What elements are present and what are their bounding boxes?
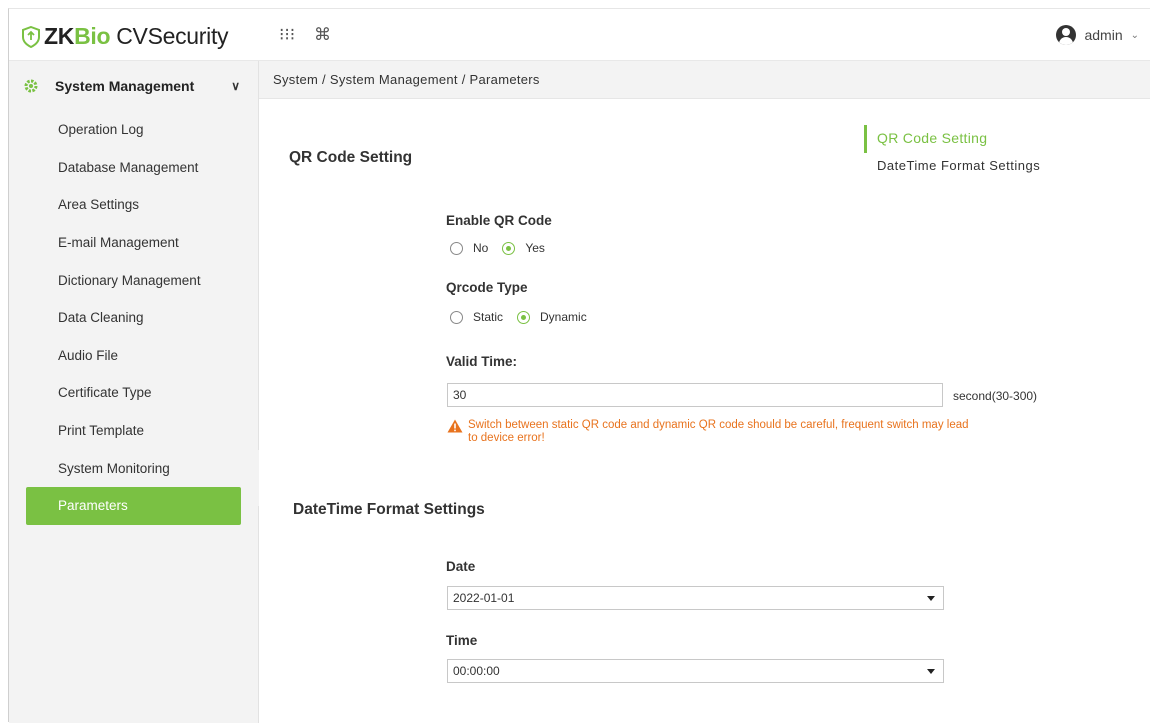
sidebar-item-parameters[interactable]: Parameters bbox=[26, 486, 241, 525]
user-avatar-icon bbox=[1056, 25, 1077, 45]
enable-qr-label: Enable QR Code bbox=[446, 213, 552, 228]
date-format-select[interactable]: 2022-01-01 bbox=[447, 586, 944, 610]
qr-section-title: QR Code Setting bbox=[289, 149, 413, 166]
warning-text-line1: Switch between static QR code and dynami… bbox=[468, 419, 969, 431]
enable-qr-radio-group: No Yes bbox=[446, 241, 555, 255]
date-format-label: Date bbox=[446, 559, 476, 574]
chevron-down-icon: ⌄ bbox=[1130, 29, 1139, 41]
warning-icon bbox=[447, 419, 463, 433]
dropdown-arrow-icon bbox=[927, 596, 935, 601]
valid-time-input[interactable] bbox=[447, 383, 943, 407]
anchor-active-indicator bbox=[864, 125, 867, 153]
sidebar-item-print-template[interactable]: Print Template bbox=[9, 412, 258, 450]
datetime-section-title: DateTime Format Settings bbox=[293, 501, 485, 518]
sidebar-item-email-management[interactable]: E-mail Management bbox=[9, 224, 258, 262]
qrcode-type-static-label: Static bbox=[473, 310, 504, 324]
logo-product-text: CVSecurity bbox=[116, 23, 229, 49]
top-header: ZK Bio CVSecurity ⁝⁝⁝ ⌘ admin ⌄ bbox=[9, 9, 1150, 61]
sidebar-item-database-management[interactable]: Database Management bbox=[9, 149, 258, 187]
module-selector[interactable]: System Management ∨ bbox=[9, 61, 258, 111]
qrcode-type-dynamic-radio[interactable] bbox=[517, 310, 531, 324]
qrcode-type-label: Qrcode Type bbox=[446, 280, 528, 295]
qrcode-type-dynamic-label: Dynamic bbox=[540, 310, 587, 324]
anchor-link-datetime-format[interactable]: DateTime Format Settings bbox=[877, 158, 1040, 173]
module-title: System Management bbox=[55, 78, 195, 94]
date-format-value: 2022-01-01 bbox=[453, 591, 515, 605]
logo-zk-text: ZK bbox=[44, 23, 75, 49]
breadcrumb: System / System Management / Parameters bbox=[259, 61, 1150, 99]
qrcode-type-static-radio[interactable] bbox=[450, 310, 463, 324]
user-menu[interactable]: admin ⌄ bbox=[1056, 25, 1139, 45]
main-content: QR Code Setting DateTime Format Settings… bbox=[259, 99, 1150, 723]
user-name: admin bbox=[1084, 27, 1123, 43]
time-format-label: Time bbox=[446, 633, 478, 648]
sidebar-item-area-settings[interactable]: Area Settings bbox=[9, 186, 258, 224]
switch-warning: Switch between static QR code and dynami… bbox=[447, 419, 1047, 445]
enable-qr-yes-label: Yes bbox=[525, 241, 545, 255]
grid-icon[interactable]: ⁝⁝⁝ bbox=[279, 25, 295, 45]
app-window: ZK Bio CVSecurity ⁝⁝⁝ ⌘ admin ⌄ System Man… bbox=[8, 8, 1150, 723]
enable-qr-no-label: No bbox=[473, 241, 489, 255]
sidebar-item-data-cleaning[interactable]: Data Cleaning bbox=[9, 299, 258, 337]
time-format-select[interactable]: 00:00:00 bbox=[447, 659, 944, 683]
sidebar-item-audio-file[interactable]: Audio File bbox=[9, 337, 258, 375]
enable-qr-no-radio[interactable] bbox=[450, 241, 463, 255]
anchor-link-qr-code-setting[interactable]: QR Code Setting bbox=[877, 130, 987, 146]
sidebar-item-certificate-type[interactable]: Certificate Type bbox=[9, 374, 258, 412]
time-format-value: 00:00:00 bbox=[453, 664, 500, 678]
shield-logo-icon bbox=[22, 25, 40, 48]
sidebar-item-operation-log[interactable]: Operation Log bbox=[9, 111, 258, 149]
warning-text-line2: to device error! bbox=[468, 432, 545, 444]
valid-time-unit: second(30-300) bbox=[953, 389, 1038, 403]
sidebar-item-system-monitoring[interactable]: System Monitoring bbox=[9, 449, 258, 487]
chevron-down-icon: ∨ bbox=[231, 79, 240, 93]
sidebar-item-dictionary-management[interactable]: Dictionary Management bbox=[9, 261, 258, 299]
logo-bio-text: Bio bbox=[74, 23, 111, 49]
enable-qr-yes-radio[interactable] bbox=[502, 241, 516, 255]
sidebar: System Management ∨ Operation Log Databa… bbox=[9, 61, 259, 723]
command-icon[interactable]: ⌘ bbox=[314, 25, 331, 45]
app-logo: ZK Bio CVSecurity bbox=[21, 23, 229, 50]
valid-time-label: Valid Time: bbox=[446, 354, 518, 369]
qrcode-type-radio-group: Static Dynamic bbox=[446, 310, 597, 324]
dropdown-arrow-icon bbox=[927, 669, 935, 674]
gear-icon bbox=[24, 79, 38, 93]
